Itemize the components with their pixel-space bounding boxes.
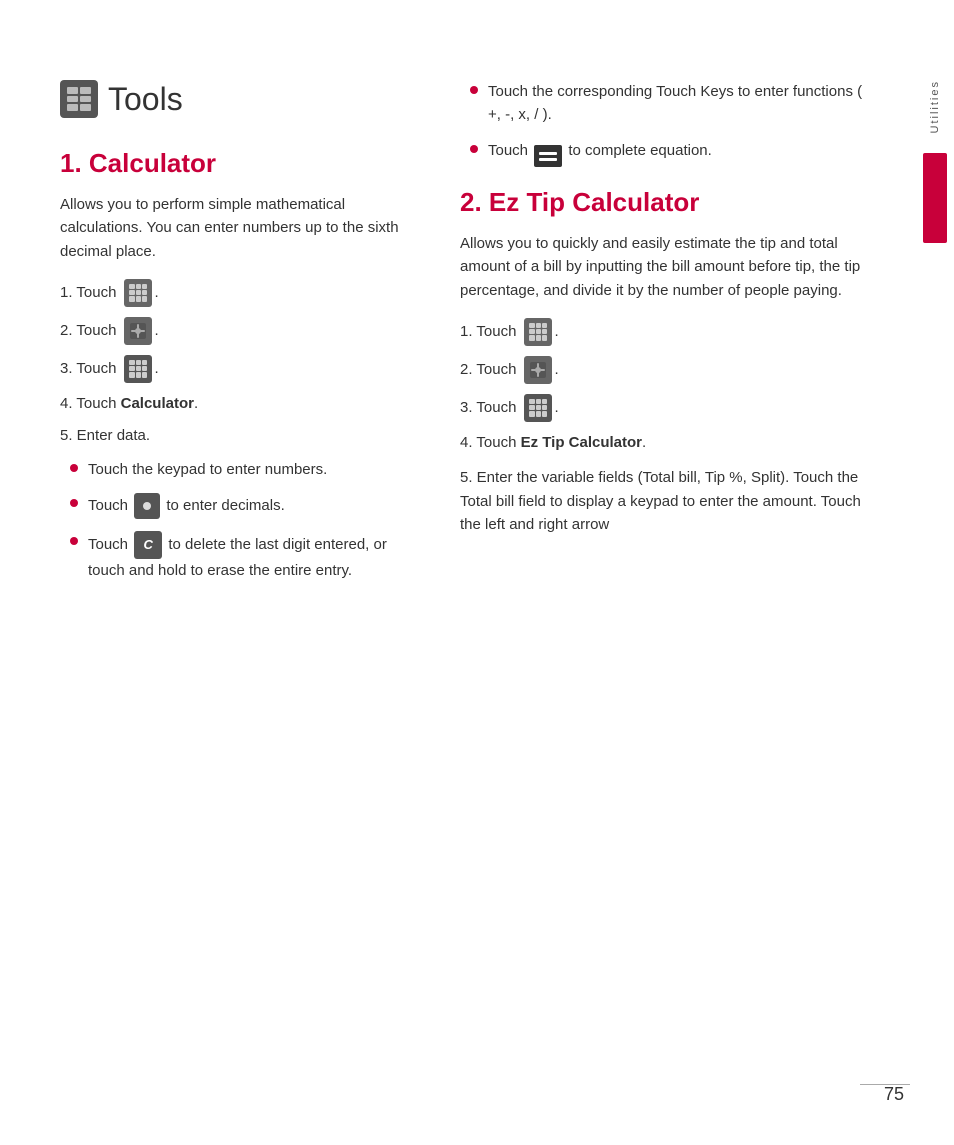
step-4-bold: Calculator (121, 395, 194, 412)
tools-icon (60, 80, 98, 118)
section2-title: 2. Ez Tip Calculator (460, 187, 876, 218)
step-1-icon (124, 279, 152, 307)
step-2: 2. Touch . (60, 317, 420, 345)
page: Tools 1. Calculator Allows you to perfor… (0, 0, 954, 1145)
right-bullet-1: Touch the corresponding Touch Keys to en… (470, 80, 876, 127)
ez-step-4: 4. Touch Ez Tip Calculator. (460, 432, 876, 455)
step5-text: 5. Enter the variable fields (Total bill… (460, 466, 876, 536)
step-1-label: 1. Touch (60, 282, 116, 305)
tools-sm-icon-2 (524, 356, 552, 384)
step-2-label: 2. Touch (60, 320, 116, 343)
bullet-dot-1 (70, 464, 78, 472)
sidebar-label: Utilities (929, 80, 941, 133)
step-4-label: 4. Touch Calculator. (60, 393, 198, 416)
ez-step-4-bold: Ez Tip Calculator (521, 434, 642, 451)
bullet-item-1: Touch the keypad to enter numbers. (70, 458, 420, 481)
ez-step-2: 2. Touch . (460, 356, 876, 384)
step-2-period: . (154, 320, 158, 343)
right-column: Touch the corresponding Touch Keys to en… (450, 80, 876, 1085)
clear-icon: C (134, 531, 162, 559)
step-3-period: . (154, 358, 158, 381)
bullet-content-3: Touch C to delete the last digit entered… (88, 531, 420, 582)
section2-body: Allows you to quickly and easily estimat… (460, 232, 876, 302)
step-3-label: 3. Touch (60, 358, 116, 381)
step-3: 3. Touch . (60, 355, 420, 383)
bullet-item-2: Touch to enter decimals. (70, 493, 420, 519)
right-bullet-2: Touch to complete equation. (470, 139, 876, 168)
bullet-list: Touch the keypad to enter numbers. Touch… (70, 458, 420, 583)
dot-icon (134, 493, 160, 519)
section1-body: Allows you to perform simple mathematica… (60, 193, 420, 263)
tools-header: Tools (60, 80, 420, 118)
bullet-content-1: Touch the keypad to enter numbers. (88, 458, 420, 481)
ez-step-2-label: 2. Touch (460, 359, 516, 382)
sidebar-bar (923, 153, 947, 243)
ez-step-1-icon (524, 318, 552, 346)
tools-icon-grid (67, 87, 91, 111)
step-5-label: 5. Enter data. (60, 425, 150, 448)
ez-step-3-period: . (554, 397, 558, 420)
bullet-item-3: Touch C to delete the last digit entered… (70, 531, 420, 582)
left-column: Tools 1. Calculator Allows you to perfor… (60, 80, 450, 1085)
ez-step-3-label: 3. Touch (460, 397, 516, 420)
step-2-icon (124, 317, 152, 345)
bullet-dot-3 (70, 537, 78, 545)
bullet-content-2: Touch to enter decimals. (88, 493, 420, 519)
ez-step-2-period: . (554, 359, 558, 382)
equals-icon (534, 145, 562, 167)
right-bullet-dot-1 (470, 86, 478, 94)
step-1-period: . (154, 282, 158, 305)
tools-sm-icon-1 (124, 317, 152, 345)
apps-icon-1 (124, 279, 152, 307)
section1-title: 1. Calculator (60, 148, 420, 179)
calc-sm-icon-1 (124, 355, 152, 383)
ez-step-2-icon (524, 356, 552, 384)
page-number: 75 (884, 1084, 904, 1105)
apps-icon-2 (524, 318, 552, 346)
ez-step-1-label: 1. Touch (460, 321, 516, 344)
sidebar: Utilities (916, 0, 954, 1145)
step-3-icon (124, 355, 152, 383)
step-5: 5. Enter data. (60, 425, 420, 448)
calc-sm-icon-2 (524, 394, 552, 422)
ez-step-1: 1. Touch . (460, 318, 876, 346)
right-bullet-list-top: Touch the corresponding Touch Keys to en… (470, 80, 876, 167)
ez-step-1-period: . (554, 321, 558, 344)
bullet-dot-2 (70, 499, 78, 507)
ez-step-3-icon (524, 394, 552, 422)
right-bullet-dot-2 (470, 145, 478, 153)
right-bullet-content-1: Touch the corresponding Touch Keys to en… (488, 80, 876, 127)
ez-step-3: 3. Touch . (460, 394, 876, 422)
right-bullet-content-2: Touch to complete equation. (488, 139, 876, 168)
step-4: 4. Touch Calculator. (60, 393, 420, 416)
ez-step-4-label: 4. Touch Ez Tip Calculator. (460, 432, 646, 455)
page-title: Tools (108, 81, 183, 118)
main-content: Tools 1. Calculator Allows you to perfor… (0, 0, 916, 1145)
step-1: 1. Touch . (60, 279, 420, 307)
